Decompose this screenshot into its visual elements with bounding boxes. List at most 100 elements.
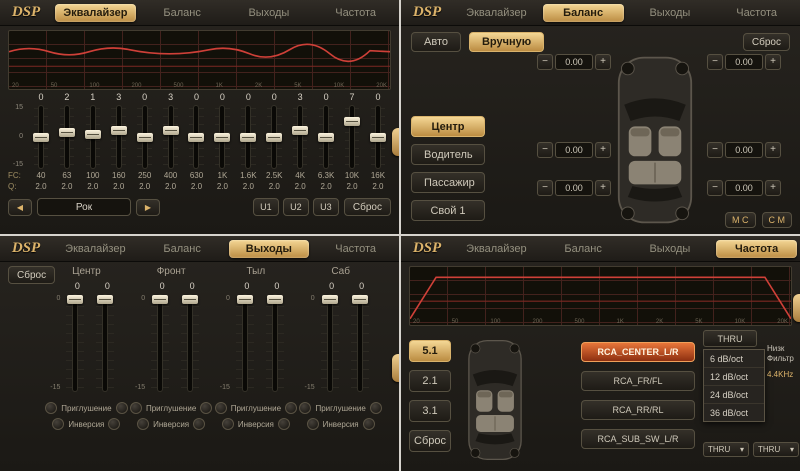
zone-center-button[interactable]: Центр <box>411 116 485 137</box>
invert-checkbox[interactable] <box>278 418 290 430</box>
eq-band-slider[interactable] <box>365 104 391 170</box>
rca-fr-fl-button[interactable]: RCA_FR/FL <box>581 371 695 391</box>
decrease-button[interactable]: − <box>707 54 723 70</box>
slope-option[interactable]: 36 dB/oct <box>704 404 764 421</box>
decrease-button[interactable]: − <box>707 180 723 196</box>
slope-option[interactable]: 6 dB/oct <box>704 350 764 368</box>
slider-handle[interactable] <box>292 126 308 135</box>
mute-checkbox[interactable] <box>200 402 212 414</box>
freq-reset-button[interactable]: Сброс <box>409 430 451 452</box>
slider-handle[interactable] <box>214 133 230 142</box>
output-slider[interactable] <box>62 293 88 393</box>
memory-button-u1[interactable]: U1 <box>253 198 279 216</box>
invert-checkbox[interactable] <box>52 418 64 430</box>
eq-band-slider[interactable] <box>261 104 287 170</box>
tab-balance[interactable]: Баланс <box>142 4 223 22</box>
slider-handle[interactable] <box>137 133 153 142</box>
invert-checkbox[interactable] <box>307 418 319 430</box>
filter-frequency-value[interactable]: 4.4KHz <box>767 370 794 380</box>
slider-handle[interactable] <box>111 126 127 135</box>
slider-handle[interactable] <box>97 295 113 304</box>
mc-button[interactable]: M C <box>725 212 756 228</box>
preset-next-button[interactable]: ▶ <box>136 199 160 216</box>
tab-equalizer[interactable]: Эквалайзер <box>55 4 136 22</box>
slider-handle[interactable] <box>85 130 101 139</box>
rca-center-l-r-button[interactable]: RCA_CENTER_L/R <box>581 342 695 362</box>
mute-checkbox[interactable] <box>215 402 227 414</box>
rca-rr-rl-button[interactable]: RCA_RR/RL <box>581 400 695 420</box>
tab-outputs[interactable]: Выходы <box>229 240 310 258</box>
zone-custom-1-button[interactable]: Свой 1 <box>411 200 485 221</box>
decrease-button[interactable]: − <box>537 180 553 196</box>
eq-band-slider[interactable] <box>287 104 313 170</box>
slider-handle[interactable] <box>237 295 253 304</box>
mute-checkbox[interactable] <box>45 402 57 414</box>
slider-handle[interactable] <box>322 295 338 304</box>
eq-band-slider[interactable] <box>184 104 210 170</box>
slider-handle[interactable] <box>188 133 204 142</box>
output-slider[interactable] <box>147 293 173 393</box>
tab-frequency[interactable]: Частота <box>716 4 797 22</box>
eq-band-slider[interactable] <box>313 104 339 170</box>
eq-band-slider[interactable] <box>28 104 54 170</box>
cm-button[interactable]: C M <box>762 212 793 228</box>
eq-band-slider[interactable] <box>235 104 261 170</box>
eq-band-slider[interactable] <box>80 104 106 170</box>
invert-checkbox[interactable] <box>108 418 120 430</box>
increase-button[interactable]: + <box>765 180 781 196</box>
mini-slope-dropdown[interactable]: THRU▾ <box>703 442 749 457</box>
slope-dropdown-selected[interactable]: THRU <box>703 330 757 347</box>
balance-reset-button[interactable]: Сброс <box>743 33 790 51</box>
slope-option[interactable]: 24 dB/oct <box>704 386 764 404</box>
slider-handle[interactable] <box>59 128 75 137</box>
mute-checkbox[interactable] <box>116 402 128 414</box>
eq-band-slider[interactable] <box>158 104 184 170</box>
increase-button[interactable]: + <box>595 54 611 70</box>
mute-checkbox[interactable] <box>370 402 382 414</box>
slider-handle[interactable] <box>67 295 83 304</box>
tab-equalizer[interactable]: Эквалайзер <box>456 4 537 22</box>
invert-checkbox[interactable] <box>222 418 234 430</box>
eq-band-slider[interactable] <box>339 104 365 170</box>
invert-checkbox[interactable] <box>193 418 205 430</box>
eq-reset-button[interactable]: Сброс <box>344 198 391 216</box>
decrease-button[interactable]: − <box>707 142 723 158</box>
slope-option[interactable]: 12 dB/oct <box>704 368 764 386</box>
tab-balance[interactable]: Баланс <box>142 240 223 258</box>
memory-button-u2[interactable]: U2 <box>283 198 309 216</box>
output-slider[interactable] <box>262 293 288 393</box>
side-pull-handle[interactable] <box>793 294 800 322</box>
side-pull-handle[interactable] <box>392 128 399 156</box>
slider-handle[interactable] <box>33 133 49 142</box>
slider-handle[interactable] <box>163 126 179 135</box>
slider-handle[interactable] <box>344 117 360 126</box>
decrease-button[interactable]: − <box>537 142 553 158</box>
zone-passenger-button[interactable]: Пассажир <box>411 172 485 193</box>
auto-mode-button[interactable]: Авто <box>411 32 461 52</box>
mode-3-1-button[interactable]: 3.1 <box>409 400 451 422</box>
output-slider[interactable] <box>92 293 118 393</box>
increase-button[interactable]: + <box>765 142 781 158</box>
tab-equalizer[interactable]: Эквалайзер <box>456 240 537 258</box>
tab-outputs[interactable]: Выходы <box>229 4 310 22</box>
slider-handle[interactable] <box>152 295 168 304</box>
eq-band-slider[interactable] <box>209 104 235 170</box>
increase-button[interactable]: + <box>595 142 611 158</box>
tab-equalizer[interactable]: Эквалайзер <box>55 240 136 258</box>
mode-5-1-button[interactable]: 5.1 <box>409 340 451 362</box>
increase-button[interactable]: + <box>595 180 611 196</box>
slider-handle[interactable] <box>318 133 334 142</box>
mute-checkbox[interactable] <box>130 402 142 414</box>
mode-2-1-button[interactable]: 2.1 <box>409 370 451 392</box>
zone-driver-button[interactable]: Водитель <box>411 144 485 165</box>
eq-band-slider[interactable] <box>106 104 132 170</box>
preset-prev-button[interactable]: ◀ <box>8 199 32 216</box>
output-slider[interactable] <box>347 293 373 393</box>
side-pull-handle[interactable] <box>392 354 399 382</box>
increase-button[interactable]: + <box>765 54 781 70</box>
slider-handle[interactable] <box>266 133 282 142</box>
preset-display[interactable]: Рок <box>37 198 131 216</box>
output-slider[interactable] <box>317 293 343 393</box>
eq-band-slider[interactable] <box>132 104 158 170</box>
tab-balance[interactable]: Баланс <box>543 240 624 258</box>
